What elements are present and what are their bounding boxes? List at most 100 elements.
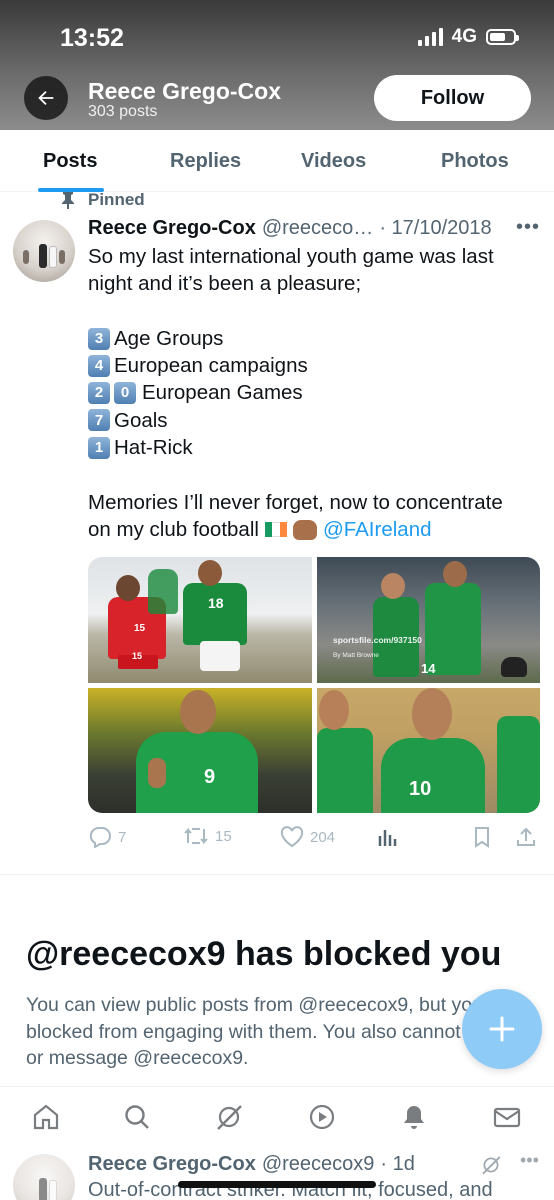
- analytics-icon: [378, 830, 397, 846]
- tweet-line: 7 Goals: [88, 407, 538, 434]
- home-indicator[interactable]: [178, 1181, 376, 1188]
- jersey-number: 10: [409, 778, 432, 800]
- bookmark-button[interactable]: [472, 826, 492, 848]
- tweet-header: Reece Grego-Cox @reececo… · 17/10/2018: [88, 217, 492, 240]
- battery-icon: [486, 29, 519, 45]
- home-icon: [33, 1104, 59, 1130]
- author-handle[interactable]: @reececox9: [262, 1153, 375, 1176]
- media-photo-1[interactable]: 15 18 15: [88, 557, 312, 683]
- tab-posts[interactable]: Posts: [43, 150, 97, 173]
- more-options-icon[interactable]: •••: [516, 216, 540, 239]
- nav-spaces[interactable]: [306, 1101, 338, 1133]
- tweet-actions: 7 15 204: [0, 826, 554, 852]
- tweet-line: So my last international youth game was …: [88, 245, 494, 268]
- fist-bump-icon: [292, 519, 317, 540]
- jersey-number: 15: [132, 651, 143, 661]
- spaces-icon: [309, 1104, 335, 1130]
- notifications-bell-icon: [404, 1106, 424, 1129]
- views-button[interactable]: [377, 826, 399, 848]
- network-type: 4G: [451, 26, 477, 47]
- blocked-description: You can view public posts from @reececox…: [26, 994, 517, 1069]
- avatar[interactable]: [13, 1154, 75, 1200]
- tweet-header: Reece Grego-Cox @reececox9 · 1d: [88, 1153, 415, 1176]
- share-icon: [517, 827, 535, 846]
- messages-envelope-icon: [493, 1107, 521, 1128]
- reply-icon: [89, 827, 111, 848]
- profile-name: Reece Grego-Cox: [88, 78, 282, 104]
- media-photo-2[interactable]: 14 sportsfile.com/937150 By Matt Browne: [317, 557, 540, 683]
- section-divider: [0, 874, 554, 875]
- nav-notifications[interactable]: [398, 1101, 430, 1133]
- mention-link[interactable]: @FAIreland: [323, 516, 432, 543]
- tweet-media-grid[interactable]: 15 18 15 14 sportsfile.com/937150 By Mat…: [88, 557, 540, 813]
- tab-videos[interactable]: Videos: [301, 150, 366, 173]
- bottom-navigation: [0, 1086, 554, 1148]
- tweet-line-text: on my club football: [88, 517, 259, 541]
- tweet-line-text: Age Groups: [114, 326, 224, 350]
- jersey-number: 14: [421, 661, 436, 676]
- tweet-line: night and it’s been a pleasure;: [88, 272, 362, 296]
- tweet-line: 1 Hat-Rick: [88, 434, 538, 461]
- compose-button[interactable]: [462, 989, 542, 1069]
- next-tweet[interactable]: Reece Grego-Cox @reececox9 · 1d ••• Out-…: [0, 1148, 554, 1200]
- jersey-number: 9: [204, 766, 216, 788]
- repost-count: 15: [215, 827, 232, 845]
- blocked-title: @reececox9 has blocked you: [26, 935, 502, 973]
- follow-button[interactable]: Follow: [374, 75, 531, 121]
- nav-grok[interactable]: [213, 1101, 245, 1133]
- tweet-line-text: Hat-Rick: [114, 436, 193, 460]
- status-indicators: 4G: [417, 26, 519, 48]
- tweet-line: Memories I’ll never forget, now to conce…: [88, 490, 503, 514]
- author-handle[interactable]: @reececo…: [262, 217, 373, 240]
- more-options-icon[interactable]: •••: [520, 1150, 539, 1171]
- tweet-line-text: European Games: [142, 381, 303, 405]
- tab-replies[interactable]: Replies: [170, 150, 241, 173]
- keycap-emoji: 0: [114, 382, 136, 405]
- nav-search[interactable]: [121, 1101, 153, 1133]
- like-count: 204: [310, 828, 336, 846]
- like-button[interactable]: 204: [280, 826, 335, 848]
- back-arrow-icon: [38, 90, 54, 106]
- media-photo-4[interactable]: 10: [317, 688, 540, 813]
- nav-messages[interactable]: [491, 1101, 523, 1133]
- tweet-line: on my club football @FAIreland: [88, 516, 538, 543]
- heart-icon: [280, 826, 304, 848]
- profile-tabs: Posts Replies Videos Photos: [0, 130, 554, 192]
- photo-watermark: sportsfile.com/937150: [333, 635, 422, 645]
- tweet-line-text: European campaigns: [114, 354, 308, 378]
- keycap-emoji: 1: [88, 436, 110, 459]
- keycap-emoji: 7: [88, 409, 110, 432]
- signal-icon: [417, 28, 443, 46]
- grok-icon[interactable]: [480, 1154, 502, 1176]
- tab-photos[interactable]: Photos: [441, 150, 509, 173]
- tweet-line: 3 Age Groups: [88, 325, 538, 352]
- pinned-label: Pinned: [60, 190, 145, 210]
- reply-button[interactable]: 7: [88, 826, 126, 848]
- keycap-emoji: 4: [88, 354, 110, 377]
- tweet-line: 4 European campaigns: [88, 352, 538, 379]
- reply-count: 7: [118, 828, 127, 846]
- jersey-number: 18: [208, 595, 224, 611]
- repost-icon: [184, 827, 208, 845]
- bookmark-icon: [475, 827, 489, 848]
- tweet-time[interactable]: · 1d: [380, 1153, 414, 1176]
- keycap-emoji: 3: [88, 327, 110, 350]
- back-button[interactable]: [24, 76, 68, 120]
- avatar[interactable]: [13, 220, 75, 282]
- status-time: 13:52: [60, 24, 124, 52]
- repost-button[interactable]: 15: [183, 826, 232, 846]
- author-name[interactable]: Reece Grego-Cox: [88, 217, 256, 240]
- nav-home[interactable]: [30, 1101, 62, 1133]
- tweet-line: 2 0 European Games: [88, 379, 538, 406]
- tweet-text: So my last international youth game was …: [88, 243, 538, 543]
- share-button[interactable]: [515, 826, 537, 848]
- photo-credit: By Matt Browne: [333, 652, 379, 659]
- posts-count: 303 posts: [88, 103, 158, 120]
- pinned-text: Pinned: [88, 190, 145, 209]
- author-name[interactable]: Reece Grego-Cox: [88, 1153, 256, 1176]
- search-icon: [125, 1105, 149, 1129]
- media-photo-3[interactable]: 9: [88, 688, 312, 813]
- tweet-date[interactable]: · 17/10/2018: [379, 217, 491, 240]
